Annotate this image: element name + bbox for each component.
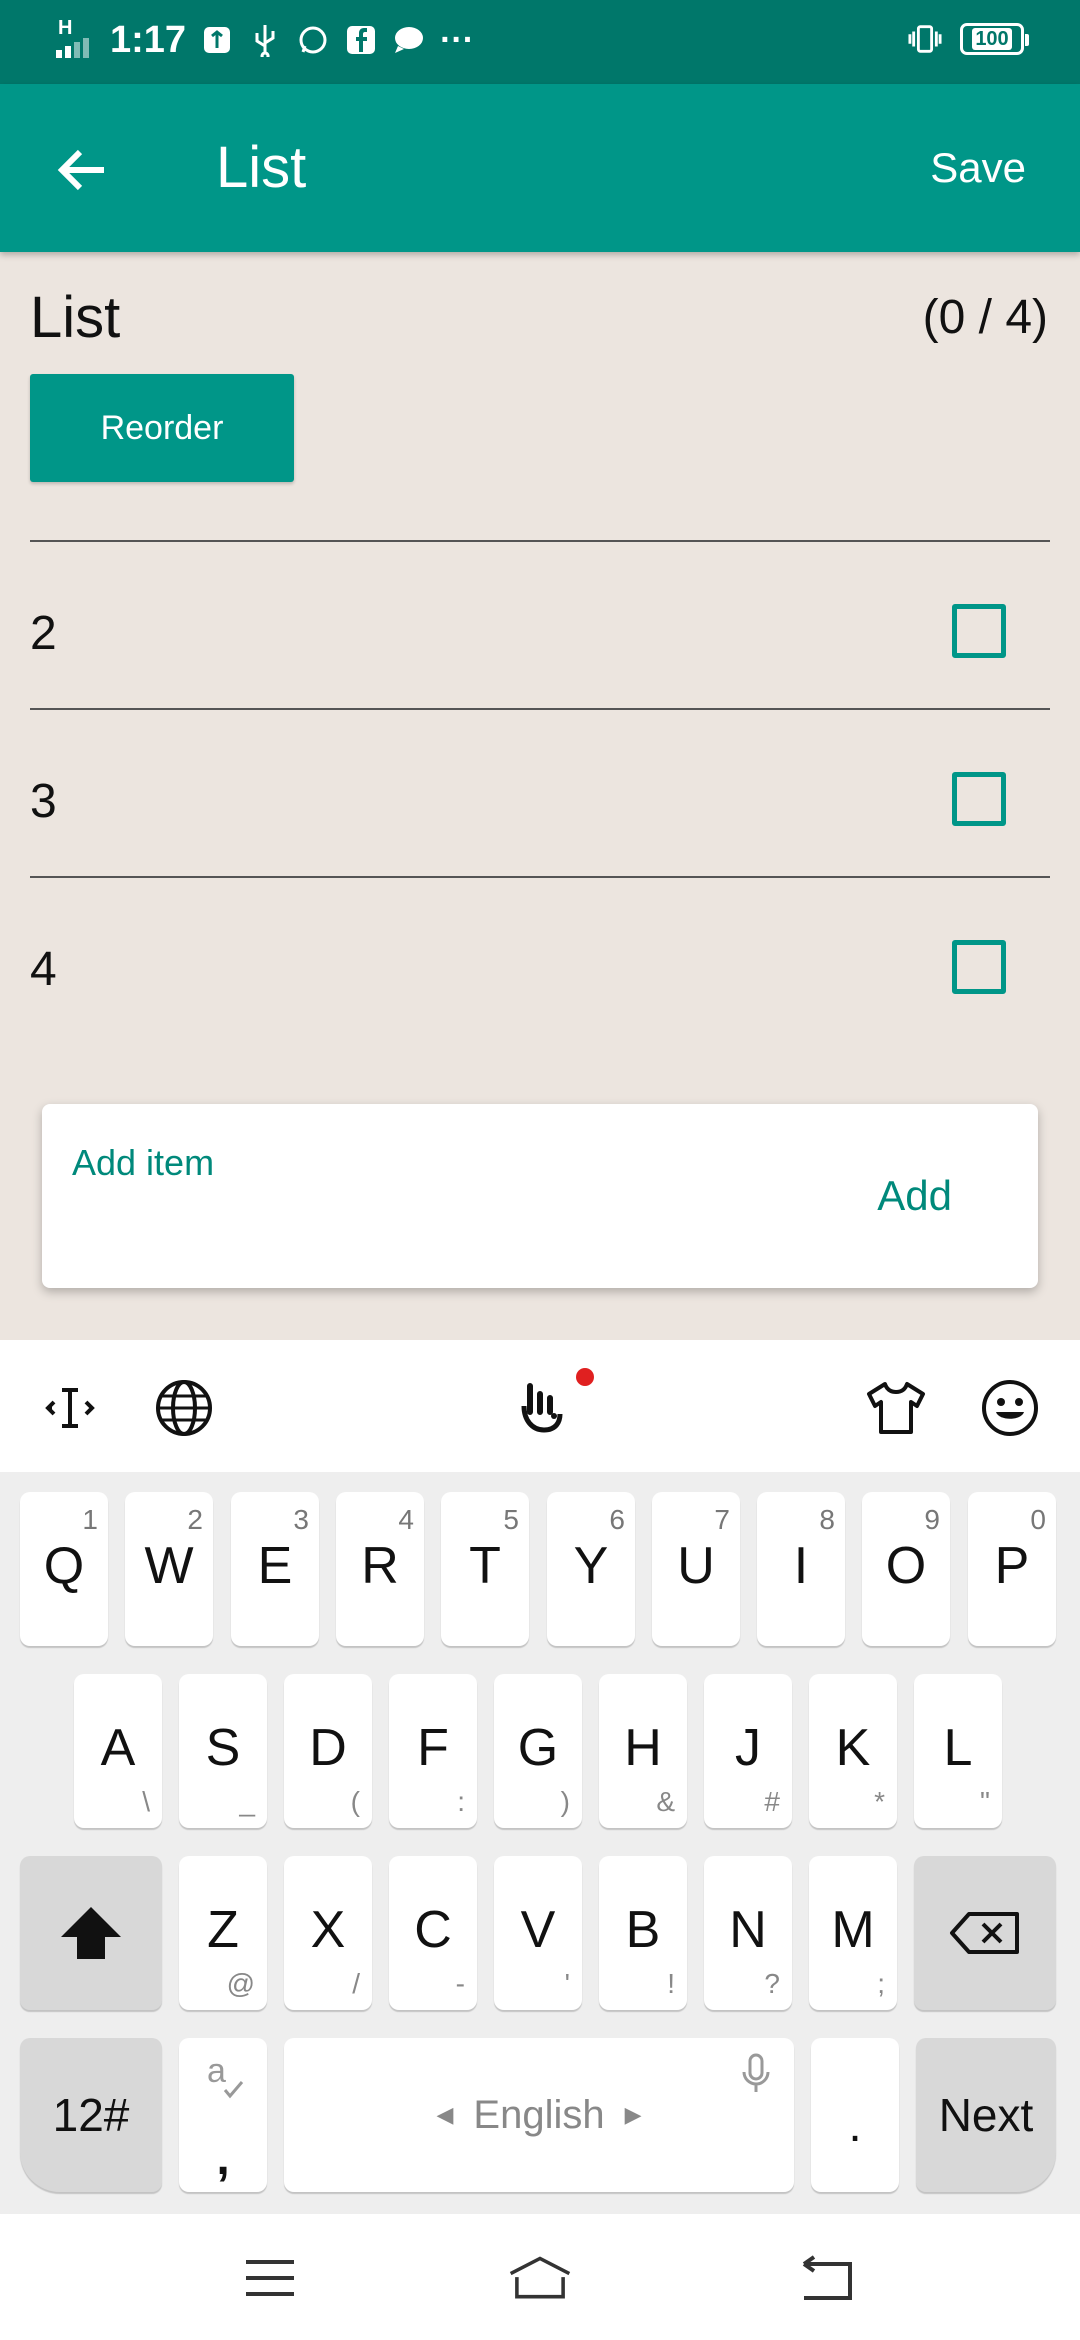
save-button[interactable]: Save [930, 144, 1026, 192]
chevron-right-icon: ▶ [624, 2102, 642, 2127]
signal-icon: H [56, 18, 96, 62]
key-g[interactable]: G) [494, 1674, 582, 1828]
period-key[interactable]: . [811, 2038, 899, 2192]
divider [30, 540, 1050, 542]
key-l[interactable]: L " [914, 1674, 1002, 1828]
battery-icon: 100 [960, 23, 1029, 55]
shift-arrow-icon [61, 1907, 121, 1959]
item-count: (0 / 4) [922, 291, 1048, 344]
key-x[interactable]: X / [284, 1856, 372, 2010]
home-icon[interactable] [508, 2248, 572, 2308]
comma-key[interactable]: a , [179, 2038, 267, 2192]
keyboard-toolbar [0, 1340, 1080, 1472]
key-f[interactable]: F: [389, 1674, 477, 1828]
key-k[interactable]: K * [809, 1674, 897, 1828]
key-n[interactable]: N? [704, 1856, 792, 2010]
key-m[interactable]: M; [809, 1856, 897, 2010]
touchpal-icon[interactable] [508, 1376, 572, 1440]
list-item-label: 2 [30, 607, 57, 660]
list-title: List [30, 285, 121, 350]
emoji-icon[interactable] [978, 1376, 1042, 1440]
more-notifications-icon: ··· [440, 20, 475, 59]
symbols-key[interactable]: 12# [20, 2038, 162, 2192]
key-c[interactable]: C- [389, 1856, 477, 2010]
key-b[interactable]: B! [599, 1856, 687, 2010]
svg-text:a: a [207, 2052, 226, 2090]
list-item-checkbox[interactable] [952, 772, 1006, 826]
key-j[interactable]: J # [704, 1674, 792, 1828]
back-button[interactable] [40, 128, 124, 212]
notification-dot [576, 1368, 594, 1386]
keyboard: 1Q 2W 3E 4R 5T 6Y 7U 8I 9O 0P A \ S _ D( F… [0, 1472, 1080, 2214]
app-bar: List Save [0, 84, 1080, 252]
reorder-button[interactable]: Reorder [30, 374, 294, 482]
list-item-label: 3 [30, 775, 57, 828]
add-item-input[interactable] [72, 1142, 772, 1184]
space-key[interactable]: ◀ English ▶ [284, 2038, 794, 2192]
key-q[interactable]: 1Q [20, 1492, 108, 1646]
globe-icon[interactable] [152, 1376, 216, 1440]
status-time: 1:17 [110, 18, 187, 61]
microphone-icon [742, 2053, 770, 2092]
vibrate-icon [908, 22, 942, 56]
key-h[interactable]: H & [599, 1674, 687, 1828]
backspace-key[interactable] [914, 1856, 1056, 2010]
whatsapp-icon [296, 23, 330, 57]
key-o[interactable]: 9O [862, 1492, 950, 1646]
cursor-icon[interactable] [38, 1376, 102, 1440]
list-item: 4 [30, 884, 1050, 1050]
back-nav-icon[interactable] [794, 2248, 858, 2308]
key-w[interactable]: 2W [125, 1492, 213, 1646]
list-item-checkbox[interactable] [952, 940, 1006, 994]
chevron-left-icon: ◀ [436, 2102, 454, 2127]
facebook-icon [344, 23, 378, 57]
list-item-label: 4 [30, 943, 57, 996]
list-item: 3 [30, 716, 1050, 882]
autocorrect-icon: a [207, 2052, 244, 2099]
key-r[interactable]: 4R [336, 1492, 424, 1646]
add-item-card: Add [42, 1104, 1038, 1288]
list-item-checkbox[interactable] [952, 604, 1006, 658]
battery-level: 100 [972, 28, 1012, 50]
key-u[interactable]: 7U [652, 1492, 740, 1646]
key-i[interactable]: 8I [757, 1492, 845, 1646]
menu-icon[interactable] [238, 2248, 302, 2308]
key-s[interactable]: S _ [179, 1674, 267, 1828]
status-bar: H 1:17 ··· 100 [0, 0, 1080, 84]
message-icon [392, 23, 426, 57]
key-z[interactable]: Z @ [179, 1856, 267, 2010]
next-key[interactable]: Next [916, 2038, 1056, 2192]
divider [30, 708, 1050, 710]
usb-debug-icon [200, 23, 234, 57]
navigation-bar [0, 2214, 1080, 2340]
add-button[interactable]: Add [877, 1172, 952, 1220]
divider [30, 876, 1050, 878]
key-d[interactable]: D( [284, 1674, 372, 1828]
arrow-left-icon [57, 149, 104, 191]
key-a[interactable]: A \ [74, 1674, 162, 1828]
list-item: 2 [30, 548, 1050, 714]
backspace-icon [950, 1912, 1019, 1954]
shift-key[interactable] [20, 1856, 162, 2010]
key-p[interactable]: 0P [968, 1492, 1056, 1646]
page-title: List [216, 135, 307, 200]
network-type: H [58, 17, 73, 39]
usb-icon [248, 23, 282, 57]
key-e[interactable]: 3E [231, 1492, 319, 1646]
theme-shirt-icon[interactable] [864, 1376, 928, 1440]
key-y[interactable]: 6Y [547, 1492, 635, 1646]
key-v[interactable]: V ' [494, 1856, 582, 2010]
key-t[interactable]: 5T [441, 1492, 529, 1646]
